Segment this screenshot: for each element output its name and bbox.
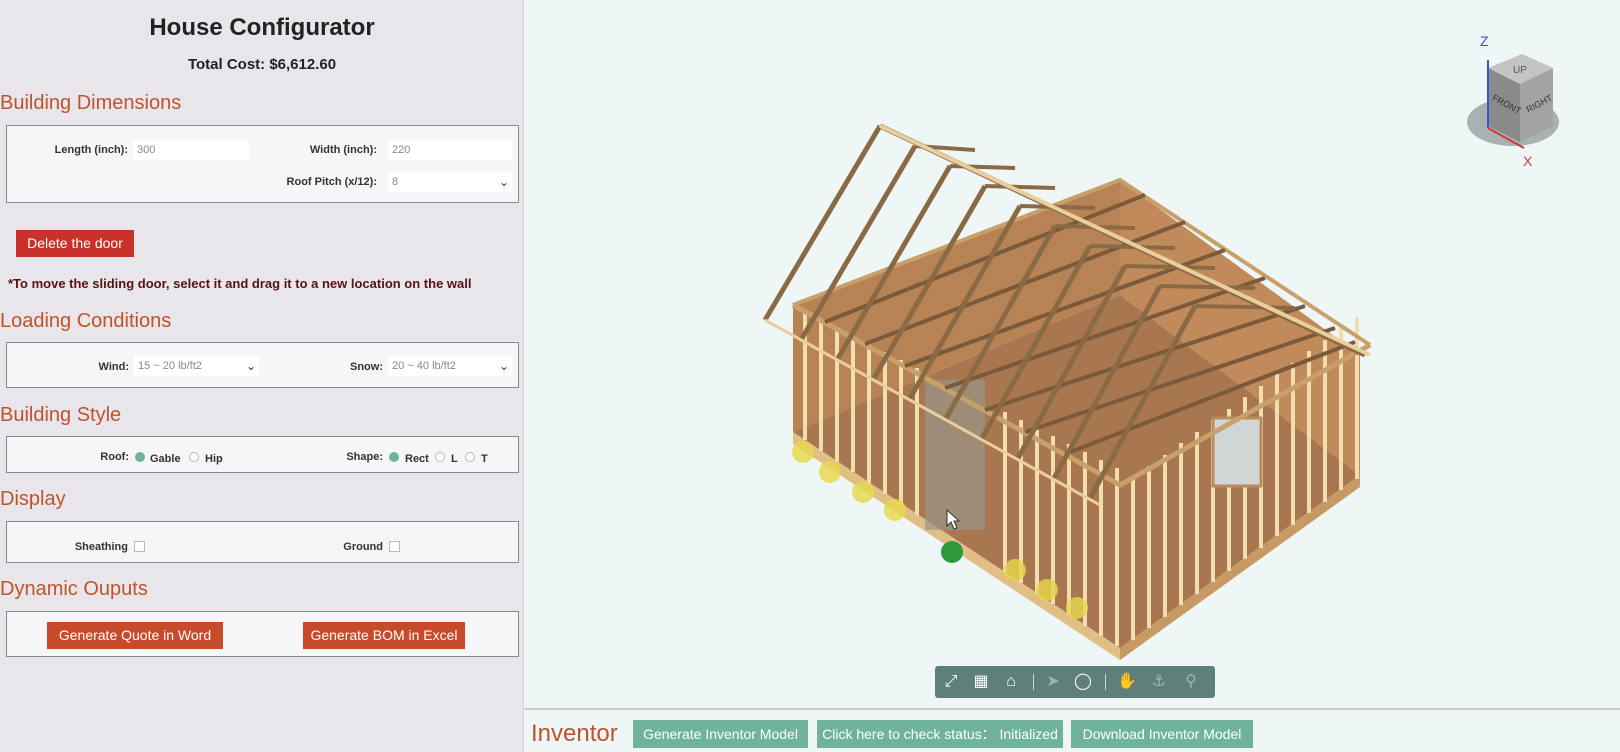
- walk-icon[interactable]: ⚓: [1149, 672, 1169, 692]
- shape-l-label: L: [451, 453, 458, 465]
- viewcube-z: Z: [1480, 33, 1489, 49]
- door-move-note: *To move the sliding door, select it and…: [8, 276, 472, 291]
- config-panel: House Configurator Total Cost: $6,612.60…: [0, 0, 524, 752]
- toolbar-divider: [1033, 674, 1034, 690]
- snow-value: 20 ~ 40 lb/ft2: [392, 360, 456, 372]
- viewcube-up: UP: [1513, 65, 1527, 76]
- section-building-style: Building Style: [0, 404, 122, 426]
- pan-hand-icon[interactable]: ✋: [1117, 672, 1137, 692]
- length-input[interactable]: 300: [133, 140, 249, 160]
- check-status-button[interactable]: Click here to check status： Initialized: [817, 720, 1063, 748]
- shape-t-radio[interactable]: [465, 452, 475, 462]
- house-frame-model[interactable]: Z X UP FRONT RIGHT: [525, 0, 1620, 708]
- select-cursor-icon[interactable]: ➤: [1043, 672, 1063, 692]
- selected-marker: [941, 541, 963, 563]
- viewer-toolbar: ⤢ ▦ ⌂ ➤ ◯ ✋ ⚓ ⚲: [935, 666, 1215, 698]
- total-cost: Total Cost: $6,612.60: [187, 56, 337, 73]
- fullscreen-icon[interactable]: ⤢: [941, 672, 961, 692]
- style-box: Roof: Gable Hip Shape: Rect L T: [6, 436, 519, 473]
- inventor-bar: Inventor Generate Inventor Model Click h…: [525, 708, 1620, 752]
- loading-box: Wind: 15 ~ 20 lb/ft2 ⌄ Snow: 20 ~ 40 lb/…: [6, 342, 519, 388]
- zoom-icon[interactable]: ⚲: [1181, 672, 1201, 692]
- snow-select[interactable]: 20 ~ 40 lb/ft2 ⌄: [388, 356, 512, 376]
- grid-view-icon[interactable]: ▦: [971, 672, 991, 692]
- delete-door-button[interactable]: Delete the door: [16, 230, 134, 257]
- roof-gable-label: Gable: [150, 453, 181, 465]
- chevron-down-icon: ⌄: [498, 175, 509, 189]
- wind-label: Wind:: [98, 361, 129, 373]
- snow-label: Snow:: [350, 361, 383, 373]
- shape-l-radio[interactable]: [435, 452, 445, 462]
- width-input[interactable]: 220: [388, 140, 512, 160]
- roof-label: Roof:: [100, 451, 129, 463]
- shape-rect-radio[interactable]: [389, 452, 399, 462]
- wind-value: 15 ~ 20 lb/ft2: [138, 360, 202, 372]
- roof-pitch-select[interactable]: 8 ⌄: [388, 172, 512, 192]
- ground-label: Ground: [343, 541, 383, 553]
- viewcube-x: X: [1523, 153, 1533, 169]
- lasso-icon[interactable]: ◯: [1073, 672, 1093, 692]
- roof-pitch-value: 8: [392, 176, 399, 188]
- display-box: Sheathing Ground: [6, 521, 519, 563]
- length-label: Length (inch):: [54, 144, 128, 156]
- section-building-dimensions: Building Dimensions: [0, 92, 182, 114]
- sheathing-checkbox[interactable]: [134, 541, 145, 552]
- section-dynamic-outputs: Dynamic Ouputs: [0, 578, 148, 600]
- model-viewer[interactable]: Z X UP FRONT RIGHT ⤢ ▦ ⌂ ➤ ◯ ✋ ⚓ ⚲: [525, 0, 1620, 708]
- generate-inventor-model-button[interactable]: Generate Inventor Model: [633, 720, 808, 748]
- roof-pitch-label: Roof Pitch (x/12):: [286, 176, 377, 188]
- generate-bom-excel-button[interactable]: Generate BOM in Excel: [303, 622, 465, 649]
- chevron-down-icon: ⌄: [245, 359, 256, 373]
- roof-gable-radio[interactable]: [135, 452, 145, 462]
- download-inventor-model-button[interactable]: Download Inventor Model: [1071, 720, 1253, 748]
- outputs-box: Generate Quote in Word Generate BOM in E…: [6, 611, 519, 657]
- shape-rect-label: Rect: [405, 453, 429, 465]
- page-title: House Configurator: [149, 14, 375, 41]
- inventor-label: Inventor: [531, 720, 618, 747]
- sheathing-label: Sheathing: [74, 541, 128, 553]
- viewcube: Z X UP FRONT RIGHT: [1467, 33, 1559, 169]
- section-display: Display: [0, 488, 66, 510]
- shape-label: Shape:: [346, 451, 383, 463]
- home-icon[interactable]: ⌂: [1001, 672, 1021, 692]
- roof-hip-radio[interactable]: [189, 452, 199, 462]
- width-label: Width (inch):: [309, 144, 377, 156]
- generate-quote-word-button[interactable]: Generate Quote in Word: [47, 622, 223, 649]
- dimensions-box: Length (inch): 300 Width (inch): 220 Roo…: [6, 125, 519, 203]
- chevron-down-icon: ⌄: [498, 359, 509, 373]
- ground-checkbox[interactable]: [389, 541, 400, 552]
- shape-t-label: T: [481, 453, 488, 465]
- section-loading-conditions: Loading Conditions: [0, 310, 172, 332]
- roof-hip-label: Hip: [205, 453, 223, 465]
- wind-select[interactable]: 15 ~ 20 lb/ft2 ⌄: [134, 356, 259, 376]
- toolbar-divider: [1105, 674, 1106, 690]
